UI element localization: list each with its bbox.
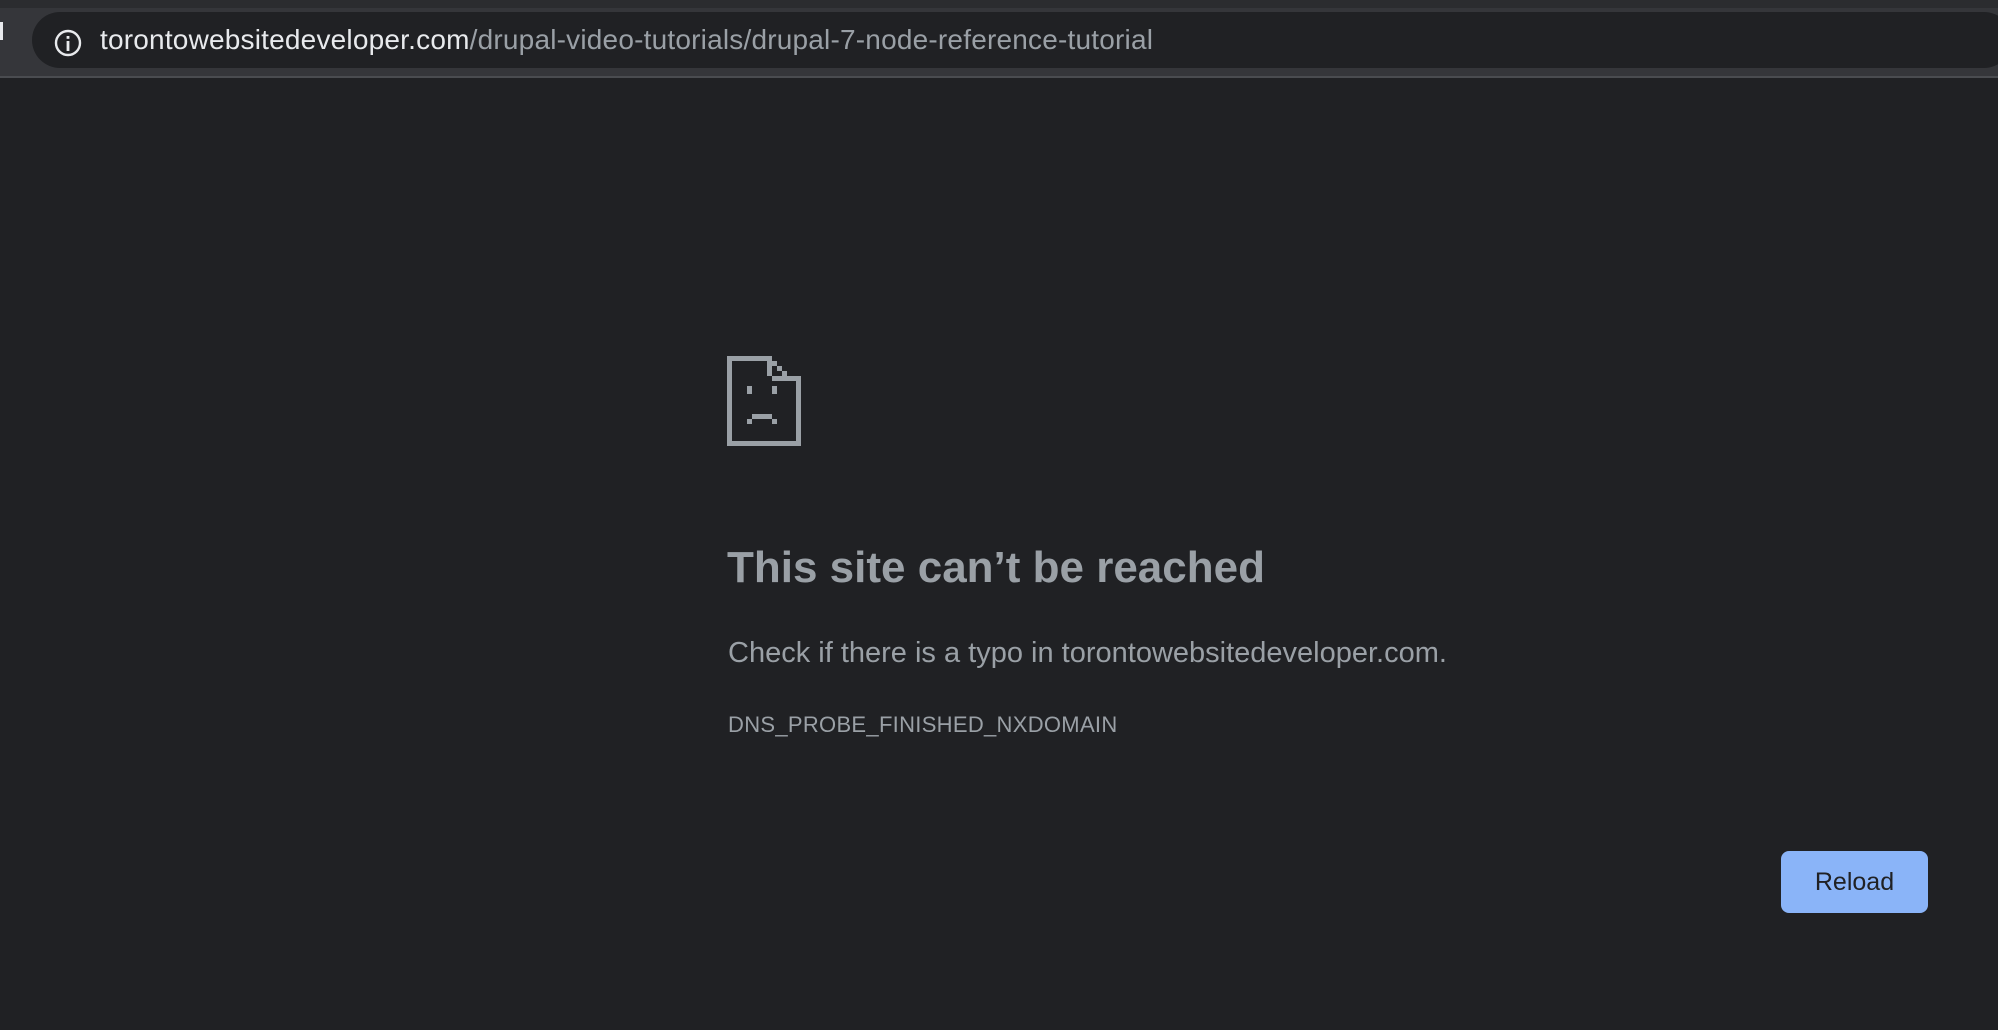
url-path: /drupal-video-tutorials/drupal-7-node-re… — [469, 24, 1154, 55]
toolbar-edge-mark — [0, 22, 3, 40]
browser-toolbar: torontowebsitedeveloper.com/drupal-video… — [0, 0, 1998, 78]
address-bar-url[interactable]: torontowebsitedeveloper.com/drupal-video… — [100, 22, 1153, 58]
error-suggestion: Check if there is a typo in torontowebsi… — [728, 637, 1447, 669]
reload-button[interactable]: Reload — [1781, 851, 1928, 913]
info-icon[interactable] — [52, 27, 84, 59]
url-host: torontowebsitedeveloper.com — [100, 24, 470, 55]
error-headline: This site can’t be reached — [727, 543, 1265, 592]
error-code: DNS_PROBE_FINISHED_NXDOMAIN — [728, 712, 1118, 737]
tab-strip-edge — [0, 0, 1998, 8]
sad-document-icon — [727, 356, 801, 446]
